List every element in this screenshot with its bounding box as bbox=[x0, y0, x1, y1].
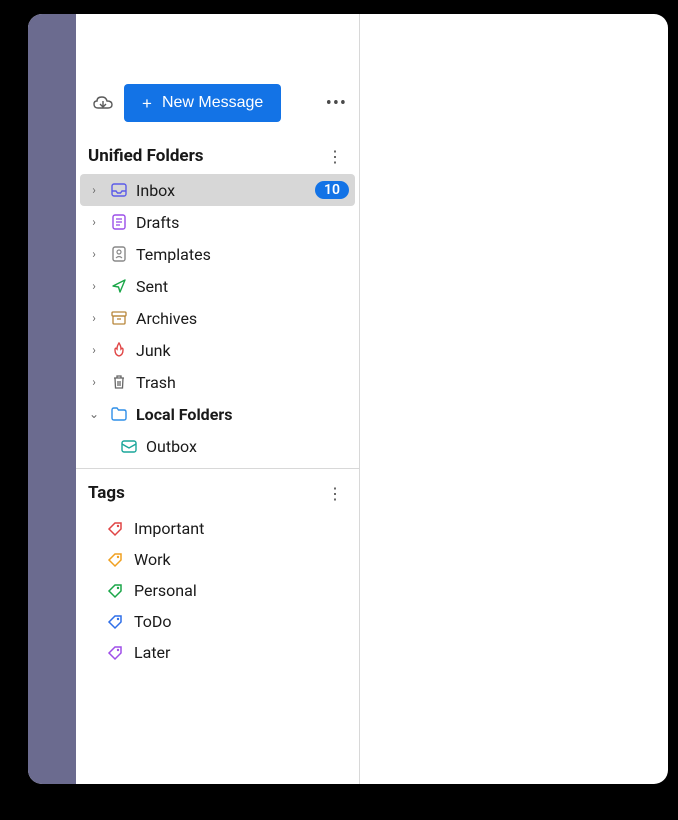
toolbar: + New Message ••• bbox=[76, 74, 359, 140]
folder-local-folders[interactable]: ⌄ Local Folders bbox=[76, 398, 359, 430]
new-message-label: New Message bbox=[162, 94, 263, 112]
tag-work[interactable]: Work bbox=[76, 544, 359, 575]
outbox-icon bbox=[120, 437, 138, 455]
window-accent-bar bbox=[28, 14, 76, 784]
folders-header: Unified Folders ⋮ bbox=[76, 140, 359, 174]
tags-header: Tags ⋮ bbox=[76, 469, 359, 511]
tag-icon bbox=[106, 644, 124, 662]
folder-label: Trash bbox=[136, 373, 176, 392]
main-pane bbox=[360, 14, 668, 784]
sent-icon bbox=[110, 277, 128, 295]
folder-label: Templates bbox=[136, 245, 211, 264]
sync-icon[interactable] bbox=[92, 92, 114, 114]
new-message-button[interactable]: + New Message bbox=[124, 84, 281, 122]
folder-templates[interactable]: › Templates bbox=[76, 238, 359, 270]
tag-personal[interactable]: Personal bbox=[76, 575, 359, 606]
folder-list: › Inbox 10 › Drafts › Temp bbox=[76, 174, 359, 462]
tags-more-icon[interactable]: ⋮ bbox=[327, 484, 343, 503]
plus-icon: + bbox=[142, 95, 152, 112]
chevron-right-icon[interactable]: › bbox=[86, 279, 102, 293]
folder-label: Drafts bbox=[136, 213, 179, 232]
folder-drafts[interactable]: › Drafts bbox=[76, 206, 359, 238]
junk-icon bbox=[110, 341, 128, 359]
chevron-right-icon[interactable]: › bbox=[86, 215, 102, 229]
tag-label: ToDo bbox=[134, 612, 172, 631]
tag-label: Personal bbox=[134, 581, 197, 600]
tag-important[interactable]: Important bbox=[76, 513, 359, 544]
folders-title: Unified Folders bbox=[88, 146, 204, 166]
toolbar-more-icon[interactable]: ••• bbox=[326, 93, 347, 114]
tag-label: Later bbox=[134, 643, 170, 662]
folder-label: Inbox bbox=[136, 181, 175, 200]
folder-trash[interactable]: › Trash bbox=[76, 366, 359, 398]
chevron-down-icon[interactable]: ⌄ bbox=[86, 407, 102, 421]
folder-label: Local Folders bbox=[136, 405, 232, 424]
folder-junk[interactable]: › Junk bbox=[76, 334, 359, 366]
folder-inbox[interactable]: › Inbox 10 bbox=[80, 174, 355, 206]
tags-list: Important Work Personal bbox=[76, 511, 359, 668]
folder-label: Outbox bbox=[146, 437, 197, 456]
tag-label: Important bbox=[134, 519, 204, 538]
folder-label: Junk bbox=[136, 341, 171, 360]
folder-label: Archives bbox=[136, 309, 197, 328]
tag-label: Work bbox=[134, 550, 171, 569]
tag-icon bbox=[106, 551, 124, 569]
trash-icon bbox=[110, 373, 128, 391]
inbox-icon bbox=[110, 181, 128, 199]
chevron-right-icon[interactable]: › bbox=[86, 183, 102, 197]
tag-todo[interactable]: ToDo bbox=[76, 606, 359, 637]
chevron-right-icon[interactable]: › bbox=[86, 343, 102, 357]
folder-archives[interactable]: › Archives bbox=[76, 302, 359, 334]
drafts-icon bbox=[110, 213, 128, 231]
tag-icon bbox=[106, 520, 124, 538]
tags-section: Tags ⋮ Important Work bbox=[76, 469, 359, 668]
templates-icon bbox=[110, 245, 128, 263]
sidebar: + New Message ••• Unified Folders ⋮ › In… bbox=[76, 14, 360, 784]
folder-outbox[interactable]: Outbox bbox=[76, 430, 359, 462]
tag-later[interactable]: Later bbox=[76, 637, 359, 668]
tags-title: Tags bbox=[88, 483, 125, 503]
chevron-right-icon[interactable]: › bbox=[86, 311, 102, 325]
chevron-right-icon[interactable]: › bbox=[86, 375, 102, 389]
archives-icon bbox=[110, 309, 128, 327]
folder-label: Sent bbox=[136, 277, 168, 296]
tag-icon bbox=[106, 613, 124, 631]
folder-sent[interactable]: › Sent bbox=[76, 270, 359, 302]
folders-more-icon[interactable]: ⋮ bbox=[327, 147, 343, 166]
folder-icon bbox=[110, 405, 128, 423]
chevron-right-icon[interactable]: › bbox=[86, 247, 102, 261]
unread-badge: 10 bbox=[315, 181, 349, 199]
tag-icon bbox=[106, 582, 124, 600]
